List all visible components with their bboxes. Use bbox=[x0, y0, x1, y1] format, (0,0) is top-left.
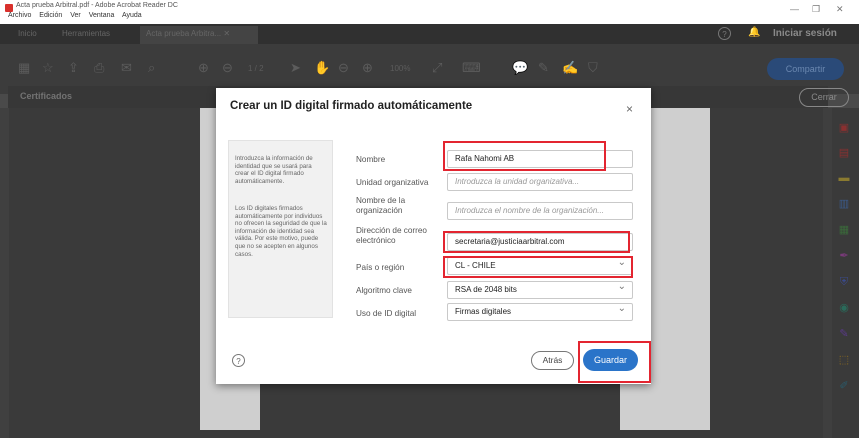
print-icon[interactable]: ⎙ bbox=[94, 60, 104, 76]
minimize-button[interactable]: — bbox=[790, 4, 799, 14]
zoom-in-icon[interactable]: ⊕ bbox=[362, 60, 373, 76]
info-paragraph-1: Introduzca la información de identidad q… bbox=[235, 155, 313, 185]
vertical-scrollbar[interactable] bbox=[823, 108, 832, 438]
org-unit-label: Unidad organizativa bbox=[356, 178, 429, 187]
name-label: Nombre bbox=[356, 155, 386, 164]
window-close-button[interactable]: ✕ bbox=[836, 4, 844, 15]
info-paragraph-2: Los ID digitales firmados automáticament… bbox=[235, 205, 327, 258]
org-unit-field[interactable]: Introduzca la unidad organizativa... bbox=[447, 173, 633, 191]
fill-sign-icon[interactable]: ✒ bbox=[836, 248, 852, 264]
tab-herramientas[interactable]: Herramientas bbox=[62, 29, 110, 38]
window-title: Acta prueba Arbitral.pdf - Adobe Acrobat… bbox=[16, 2, 178, 9]
sign-in-link[interactable]: Iniciar sesión bbox=[773, 28, 837, 39]
dialog-help-icon[interactable]: ? bbox=[232, 354, 245, 367]
cursor-icon[interactable]: ➤ bbox=[290, 60, 301, 76]
highlight-country bbox=[443, 256, 633, 278]
menu-ventana[interactable]: Ventana bbox=[89, 12, 115, 19]
zoom-level[interactable]: 100% bbox=[390, 64, 410, 73]
sign-icon[interactable]: ✍ bbox=[562, 60, 578, 76]
dialog-close-icon[interactable]: × bbox=[626, 102, 633, 116]
fit-page-icon[interactable]: ⤢ bbox=[432, 60, 442, 76]
edit-pdf-icon[interactable]: ▥ bbox=[836, 196, 852, 212]
tab-inicio[interactable]: Inicio bbox=[18, 29, 37, 38]
keyboard-icon[interactable]: ⌨ bbox=[462, 60, 481, 76]
usage-select[interactable]: Firmas digitales bbox=[447, 303, 633, 321]
dialog-title: Crear un ID digital firmado automáticame… bbox=[230, 100, 473, 112]
prepare-form-icon[interactable]: ✎ bbox=[836, 326, 852, 342]
close-certificates-button[interactable]: Cerrar bbox=[799, 88, 849, 107]
comment-tool-icon[interactable]: ▬ bbox=[836, 170, 852, 186]
export-pdf-icon[interactable]: ▣ bbox=[836, 120, 852, 136]
hand-icon[interactable]: ✋ bbox=[314, 60, 330, 76]
back-button[interactable]: Atrás bbox=[531, 351, 574, 370]
help-icon[interactable]: ? bbox=[718, 27, 731, 40]
highlight-save bbox=[578, 341, 651, 383]
email-label: Dirección de correo electrónico bbox=[356, 226, 427, 245]
stamp-tool-icon[interactable]: ⬚ bbox=[836, 352, 852, 368]
menu-ver[interactable]: Ver bbox=[70, 12, 81, 19]
menu-edicion[interactable]: Edición bbox=[39, 12, 62, 19]
upload-icon[interactable]: ⇪ bbox=[68, 60, 79, 76]
page-indicator[interactable]: 1 / 2 bbox=[248, 64, 264, 73]
search-icon[interactable]: ⌕ bbox=[148, 60, 155, 76]
pen-icon[interactable]: ✎ bbox=[538, 60, 549, 76]
star-icon[interactable]: ☆ bbox=[42, 60, 54, 76]
grid-icon[interactable]: ▦ bbox=[18, 60, 30, 76]
highlight-name bbox=[443, 141, 606, 171]
organize-pages-icon[interactable]: ▦ bbox=[836, 222, 852, 238]
more-tools-icon[interactable]: ✐ bbox=[836, 378, 852, 394]
menu-bar: Archivo Edición Ver Ventana Ayuda bbox=[8, 12, 148, 19]
protect-icon[interactable]: ⛨ bbox=[836, 274, 852, 290]
menu-ayuda[interactable]: Ayuda bbox=[122, 12, 142, 19]
mail-icon[interactable]: ✉ bbox=[121, 60, 132, 76]
country-label: País o región bbox=[356, 263, 405, 272]
certificates-label: Certificados bbox=[20, 91, 73, 101]
page-up-icon[interactable]: ⊕ bbox=[198, 60, 209, 76]
usage-label: Uso de ID digital bbox=[356, 309, 417, 318]
org-name-label: Nombre de la organización bbox=[356, 196, 406, 215]
bell-icon[interactable]: 🔔 bbox=[748, 27, 760, 38]
create-pdf-icon[interactable]: ▤ bbox=[836, 145, 852, 161]
acrobat-app-icon bbox=[5, 4, 13, 12]
page-down-icon[interactable]: ⊖ bbox=[222, 60, 233, 76]
org-name-field[interactable]: Introduzca el nombre de la organización.… bbox=[447, 202, 633, 220]
restore-button[interactable]: ❐ bbox=[812, 4, 820, 15]
highlight-email bbox=[443, 231, 630, 253]
menu-archivo[interactable]: Archivo bbox=[8, 12, 31, 19]
zoom-out-icon[interactable]: ⊖ bbox=[338, 60, 349, 76]
algorithm-label: Algoritmo clave bbox=[356, 286, 412, 295]
stamp-icon[interactable]: ⛉ bbox=[588, 60, 598, 76]
comment-icon[interactable]: 💬 bbox=[512, 60, 528, 76]
left-panel-rail bbox=[0, 108, 9, 438]
certificates-tool-icon[interactable]: ◉ bbox=[836, 300, 852, 316]
share-button[interactable]: Compartir bbox=[767, 58, 844, 80]
document-tab-label: Acta prueba Arbitra... ✕ bbox=[146, 29, 231, 38]
algorithm-select[interactable]: RSA de 2048 bits bbox=[447, 281, 633, 299]
